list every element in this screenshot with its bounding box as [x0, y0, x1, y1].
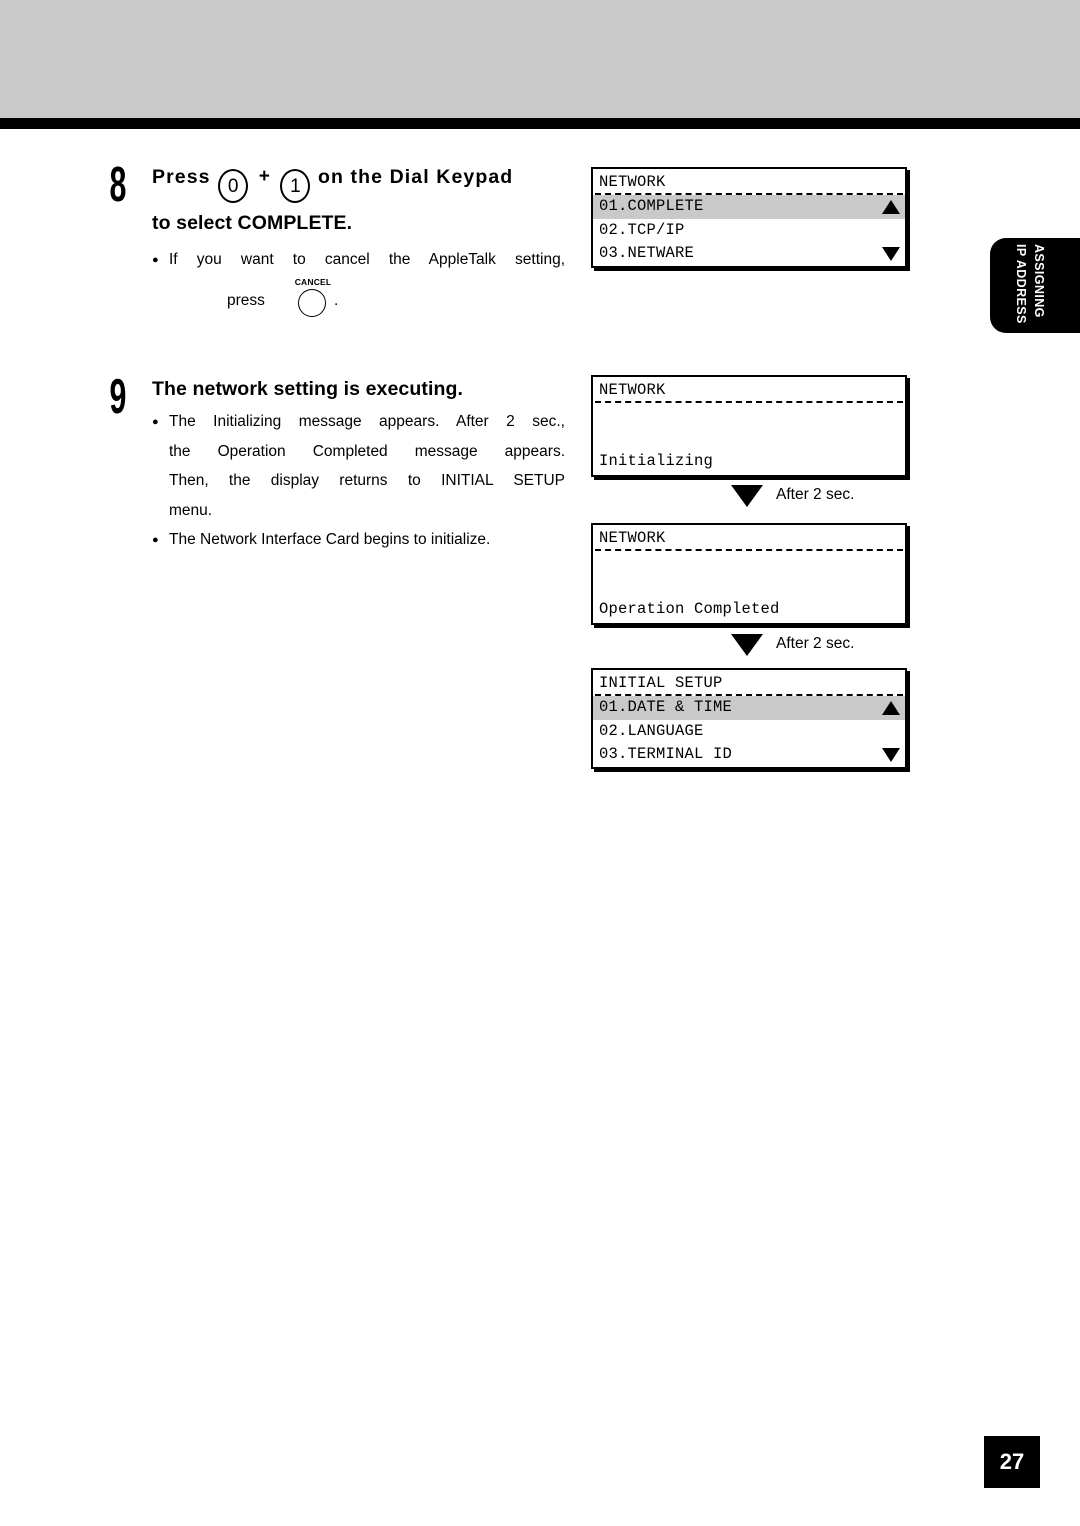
sentence-period: . [334, 291, 339, 309]
cancel-key-illustration: press CANCEL . [152, 277, 565, 323]
dial-key-1[interactable]: 1 [280, 169, 311, 203]
lcd-4-row-2-text: 02.LANGUAGE [599, 721, 704, 740]
step-9: 9 The network setting is executing. The … [95, 370, 565, 555]
step-8-title-line-1: Press 0 + 1 on the Dial Keypad [152, 162, 565, 203]
step-9-title: The network setting is executing. [152, 378, 464, 400]
lcd-1-title: NETWORK [599, 173, 666, 191]
step-8: 8 Press 0 + 1 on the Dial Keypad to sele… [95, 158, 565, 323]
side-index-tab-assigning-ip-address: ASSIGNING IP ADDRESS [990, 238, 1080, 333]
lcd-2-blank-row-2 [593, 427, 905, 451]
scroll-up-icon[interactable] [882, 200, 900, 214]
lcd-2-title: NETWORK [599, 381, 666, 399]
down-triangle-icon [731, 634, 763, 656]
lcd-1-row-1-text: 01.COMPLETE [599, 197, 704, 215]
lcd-1-row-tcpip[interactable]: 02.TCP/IP [593, 219, 905, 243]
step-9-bullet-1-line-4: menu. [169, 501, 213, 519]
lcd-4-row-3-text: 03.TERMINAL ID [599, 745, 733, 763]
after-2-sec-label-2: After 2 sec. [776, 635, 855, 652]
lcd-panel-initial-setup-menu: INITIAL SETUP 01.DATE & TIME 02.LANGUAGE… [591, 668, 907, 769]
step-9-bullet-2: The Network Interface Card begins to ini… [152, 525, 565, 555]
lcd-3-title: NETWORK [599, 529, 666, 547]
lcd-2-blank-row-1 [593, 403, 905, 427]
plus-sign: + [258, 166, 270, 187]
lcd-3-blank-row-1 [593, 551, 905, 575]
lcd-1-row-2-text: 02.TCP/IP [599, 220, 685, 239]
lcd-3-message: Operation Completed [599, 600, 780, 618]
side-index-tab-inner: ASSIGNING IP ADDRESS [990, 238, 1080, 333]
header-gray-band [0, 0, 1080, 118]
lcd-4-row-language[interactable]: 02.LANGUAGE [593, 720, 905, 744]
side-tab-line-2: IP ADDRESS [1014, 244, 1028, 324]
lcd-2-message: Initializing [599, 452, 714, 470]
lcd-1-row-netware[interactable]: 03.NETWARE [593, 242, 905, 266]
step-8-body: Press 0 + 1 on the Dial Keypad to select… [152, 162, 565, 323]
lcd-panel-initializing: NETWORK Initializing [591, 375, 907, 477]
lcd-4-row-date-time[interactable]: 01.DATE & TIME [593, 696, 905, 720]
scroll-up-icon[interactable] [882, 701, 900, 715]
lcd-1-row-complete[interactable]: 01.COMPLETE [593, 195, 905, 219]
scroll-down-icon[interactable] [882, 247, 900, 261]
step-9-bullet-1: The Initializing message appears. After … [152, 407, 565, 525]
lcd-1-row-3-text: 03.NETWARE [599, 244, 695, 262]
scroll-down-icon[interactable] [882, 748, 900, 762]
step-9-bullet-2-text: The Network Interface Card begins to ini… [169, 531, 491, 548]
cancel-button[interactable] [298, 288, 326, 317]
lcd-panel-network-menu: NETWORK 01.COMPLETE 02.TCP/IP 03.NETWARE [591, 167, 907, 268]
step-8-title-suffix: on the Dial Keypad [317, 166, 514, 188]
step-8-title-press: Press [152, 166, 211, 188]
after-2-sec-label-1: After 2 sec. [776, 486, 855, 503]
lcd-4-row-terminal-id[interactable]: 03.TERMINAL ID [593, 743, 905, 767]
lcd-4-title: INITIAL SETUP [599, 674, 723, 692]
lcd-3-blank-row-2 [593, 575, 905, 599]
cancel-key-label: CANCEL [294, 276, 332, 287]
lcd-4-row-1-text: 01.DATE & TIME [599, 698, 733, 716]
step-8-title-line-2: to select COMPLETE. [152, 212, 353, 234]
step-9-body: The network setting is executing. The In… [152, 374, 565, 555]
step-8-number: 8 [109, 158, 127, 212]
step-8-bullet-1-text: If you want to cancel the AppleTalk sett… [169, 251, 565, 268]
dial-key-0[interactable]: 0 [218, 169, 249, 203]
header-black-rule [0, 118, 1080, 129]
step-9-bullet-1-line-2: the Operation Completed message appears. [169, 442, 565, 460]
down-triangle-icon [731, 485, 763, 507]
step-9-bullet-1-line-1: The Initializing message appears. After … [169, 413, 565, 430]
page-number: 27 [984, 1436, 1040, 1488]
lcd-panel-operation-completed: NETWORK Operation Completed [591, 523, 907, 625]
step-9-bullet-1-line-3: Then, the display returns to INITIAL SET… [169, 472, 565, 489]
press-word: press [227, 291, 265, 309]
step-9-number: 9 [109, 370, 127, 424]
side-tab-line-1: ASSIGNING [1032, 244, 1046, 318]
step-8-bullet-1: If you want to cancel the AppleTalk sett… [152, 245, 565, 275]
